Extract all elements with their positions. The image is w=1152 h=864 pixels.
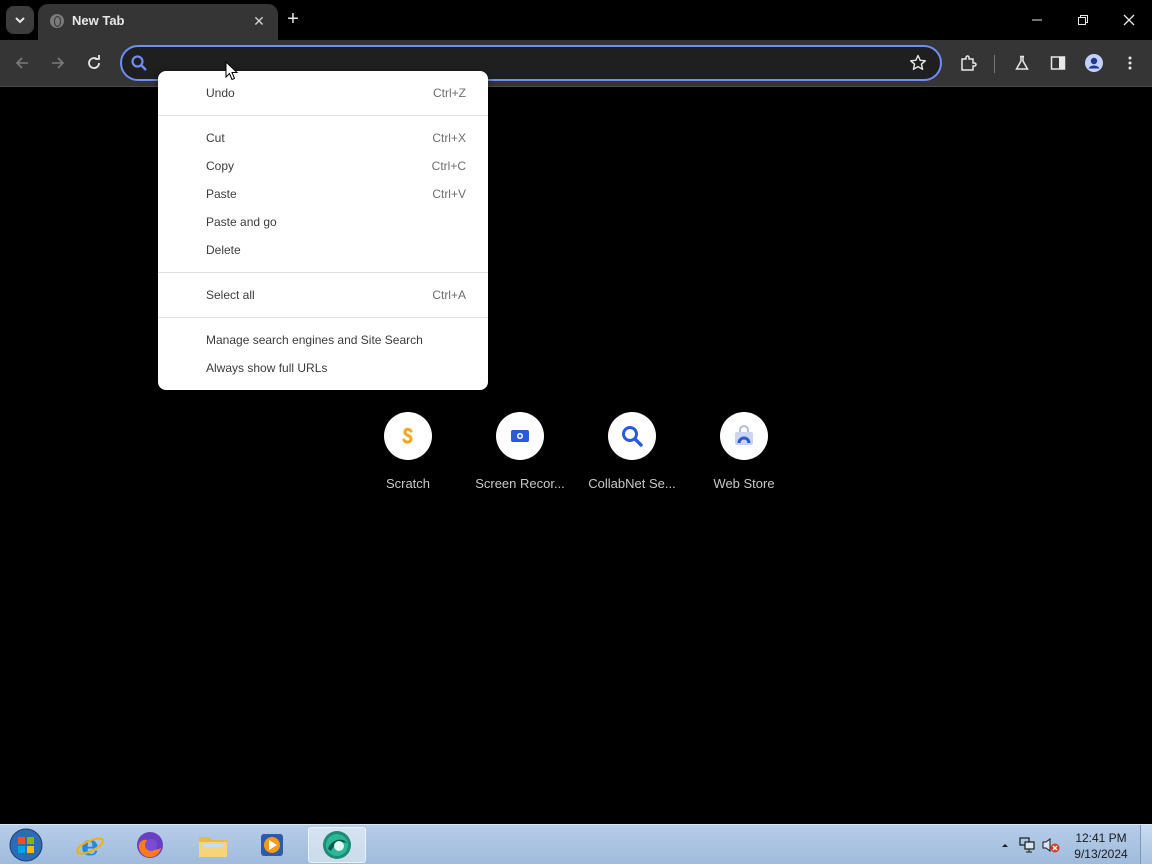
tab-close-icon[interactable]: ✕ (250, 12, 268, 30)
tab-search-button[interactable] (6, 6, 34, 34)
chevron-up-icon (1002, 844, 1008, 847)
taskbar-media-player[interactable] (243, 827, 301, 863)
menu-item-delete[interactable]: Delete (158, 237, 488, 265)
menu-item-select-all[interactable]: Select all Ctrl+A (158, 282, 488, 310)
shortcut-scratch[interactable]: Scratch (358, 412, 458, 491)
menu-item-shortcut: Ctrl+A (432, 288, 466, 302)
restore-button[interactable] (1069, 6, 1097, 34)
chevron-down-icon (15, 17, 25, 24)
puzzle-icon (961, 55, 977, 71)
minimize-icon (1032, 19, 1042, 21)
menu-item-always-show-full-urls[interactable]: Always show full URLs (158, 355, 488, 383)
menu-item-label: Always show full URLs (206, 361, 328, 375)
context-menu: Undo Ctrl+Z Cut Ctrl+X Copy Ctrl+C Paste… (158, 71, 488, 390)
start-button[interactable] (6, 827, 46, 863)
forward-button[interactable] (44, 49, 72, 77)
clock-time: 12:41 PM (1075, 831, 1127, 845)
speaker-muted-icon (1042, 838, 1060, 853)
shortcut-label: Screen Recor... (475, 476, 565, 491)
shortcut-screen-recorder[interactable]: Screen Recor... (470, 412, 570, 491)
profile-button[interactable] (1080, 49, 1108, 77)
network-tray-icon[interactable] (1017, 835, 1037, 855)
menu-item-label: Cut (206, 131, 225, 145)
extensions-button[interactable] (954, 49, 982, 77)
menu-item-label: Undo (206, 86, 235, 100)
menu-item-shortcut: Ctrl+V (432, 187, 466, 201)
minimize-button[interactable] (1023, 6, 1051, 34)
tab-title: New Tab (72, 13, 125, 28)
menu-item-label: Paste and go (206, 215, 277, 229)
menu-item-label: Delete (206, 243, 241, 257)
menu-item-shortcut: Ctrl+X (432, 131, 466, 145)
screen-recorder-icon (496, 412, 544, 460)
taskbar-clock[interactable]: 12:41 PM 9/13/2024 (1064, 830, 1138, 862)
taskbar-internet-explorer[interactable]: e (61, 827, 119, 863)
show-desktop-button[interactable] (1140, 825, 1152, 864)
chrome-app-icon (323, 831, 351, 859)
taskbar-file-explorer[interactable] (184, 827, 242, 863)
arrow-right-icon (52, 57, 65, 69)
network-icon (1019, 837, 1035, 853)
menu-item-shortcut: Ctrl+C (431, 159, 466, 173)
taskbar-firefox[interactable] (121, 827, 179, 863)
avatar-icon (1085, 54, 1103, 72)
shortcut-web-store[interactable]: Web Store (694, 412, 794, 491)
menu-item-label: Manage search engines and Site Search (206, 333, 423, 347)
menu-item-copy[interactable]: Copy Ctrl+C (158, 153, 488, 181)
labs-button[interactable] (1008, 49, 1036, 77)
menu-item-paste[interactable]: Paste Ctrl+V (158, 181, 488, 209)
show-hidden-icons-button[interactable] (995, 835, 1015, 855)
menu-separator (158, 115, 488, 116)
svg-text:e: e (81, 830, 99, 860)
side-panel-button[interactable] (1044, 49, 1072, 77)
menu-item-shortcut: Ctrl+Z (433, 86, 466, 100)
menu-item-manage-search-engines[interactable]: Manage search engines and Site Search (158, 327, 488, 355)
windows-logo-icon (9, 828, 43, 862)
tab-new-tab[interactable]: New Tab ✕ (38, 4, 278, 40)
taskbar: e 12:41 PM 9/13/2024 (0, 824, 1152, 864)
clock-date: 9/13/2024 (1074, 847, 1128, 861)
close-window-button[interactable] (1115, 6, 1143, 34)
scratch-icon (384, 412, 432, 460)
menu-item-undo[interactable]: Undo Ctrl+Z (158, 80, 488, 108)
restore-icon (1078, 15, 1088, 25)
globe-icon (50, 14, 64, 28)
bookmark-star-icon[interactable] (908, 53, 928, 73)
toolbar-separator (994, 55, 995, 73)
address-input[interactable] (156, 53, 896, 73)
menu-separator (158, 272, 488, 273)
arrow-left-icon (15, 57, 28, 69)
more-vert-icon (1128, 56, 1132, 70)
shortcut-collabnet-search[interactable]: CollabNet Se... (582, 412, 682, 491)
side-panel-icon (1050, 56, 1066, 70)
shortcut-label: CollabNet Se... (588, 476, 676, 491)
reload-icon (88, 55, 100, 69)
shortcut-label: Web Store (713, 476, 775, 491)
search-icon (608, 412, 656, 460)
menu-item-label: Select all (206, 288, 255, 302)
menu-separator (158, 317, 488, 318)
mouse-cursor-icon (225, 61, 239, 81)
desktop-screen: New Tab ✕ + Scratch Screen Recor... Coll… (0, 0, 1152, 864)
new-tab-button[interactable]: + (282, 8, 304, 30)
menu-item-label: Copy (206, 159, 235, 173)
back-button[interactable] (8, 49, 36, 77)
menu-item-cut[interactable]: Cut Ctrl+X (158, 125, 488, 153)
file-explorer-icon (199, 837, 227, 857)
flask-icon (1015, 55, 1029, 70)
internet-explorer-icon: e (76, 830, 104, 860)
menu-item-paste-and-go[interactable]: Paste and go (158, 209, 488, 237)
search-icon (131, 55, 147, 71)
close-icon (1123, 14, 1135, 26)
web-store-icon (720, 412, 768, 460)
media-player-icon (261, 834, 283, 856)
volume-tray-icon[interactable] (1041, 835, 1061, 855)
reload-button[interactable] (80, 49, 108, 77)
firefox-icon (137, 832, 163, 858)
tab-strip: New Tab ✕ + (0, 0, 1152, 40)
menu-button[interactable] (1116, 49, 1144, 77)
menu-item-label: Paste (206, 187, 237, 201)
taskbar-browser-app[interactable] (308, 827, 366, 863)
shortcut-label: Scratch (385, 476, 431, 491)
